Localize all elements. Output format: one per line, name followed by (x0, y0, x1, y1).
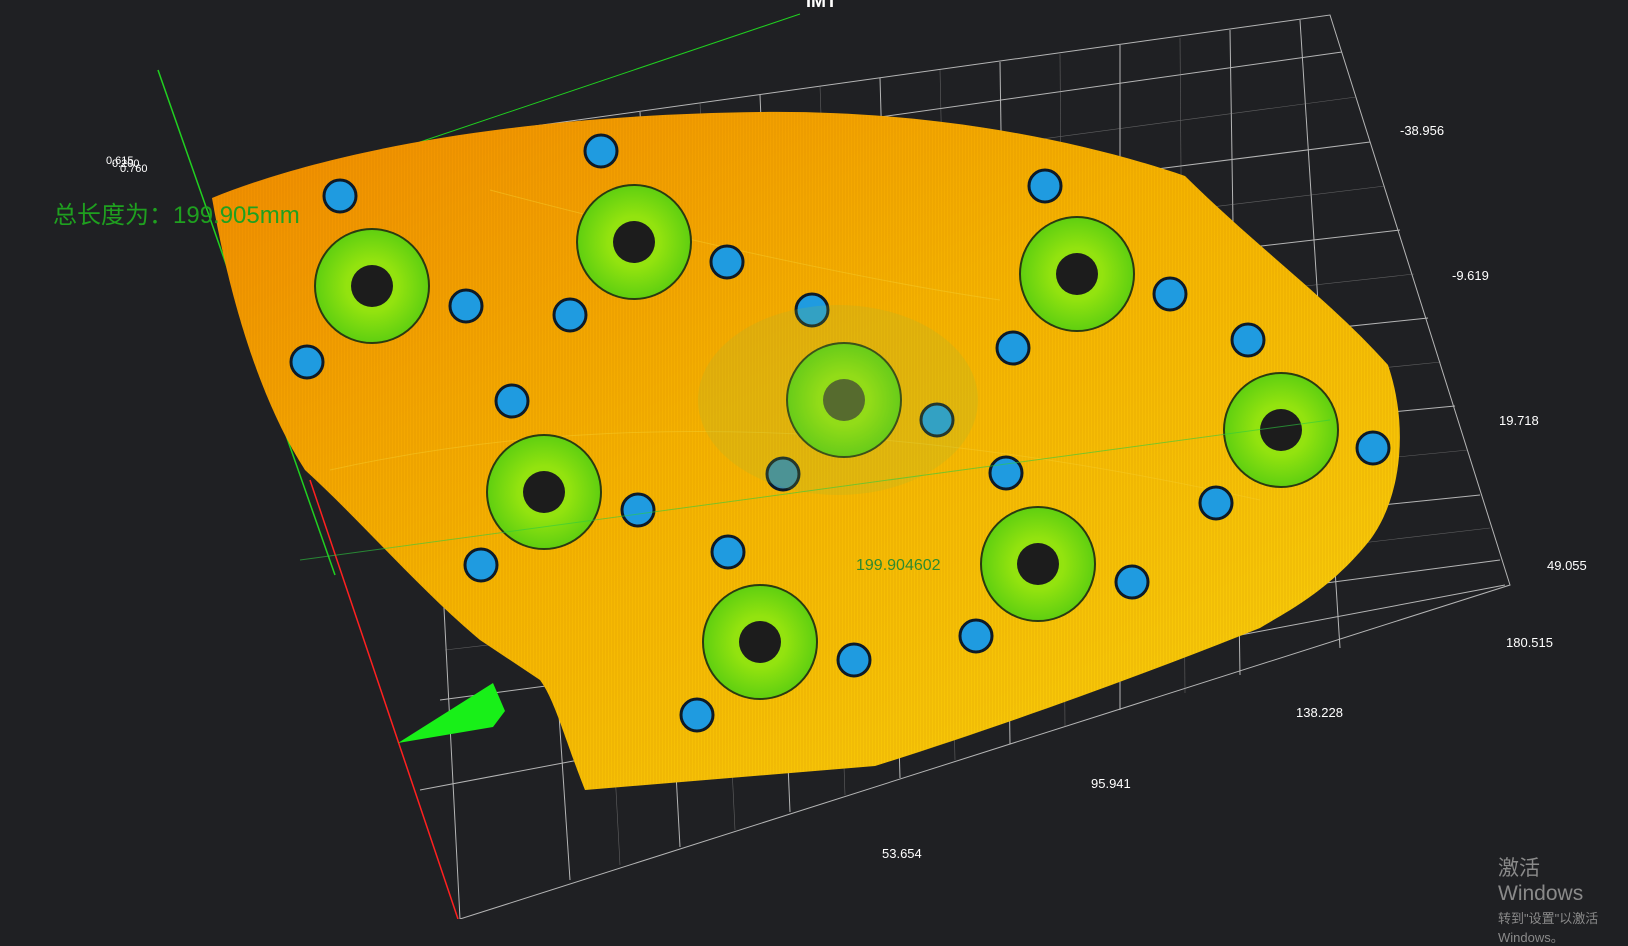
measurement-highlight (698, 305, 978, 495)
counterbore-3 (1019, 216, 1135, 332)
tick-label-bottom-3: 95.941 (1091, 776, 1131, 791)
counterbore-5 (1223, 372, 1339, 488)
tick-label-right-4: 49.055 (1547, 558, 1587, 573)
tick-label-bottom-1: 180.515 (1506, 635, 1553, 650)
tick-label-right-2: -9.619 (1452, 268, 1489, 283)
watermark-title: 激活 Windows (1498, 857, 1584, 905)
counterbore-2 (576, 184, 692, 300)
axis-origin-labels: 0.615 0.200 0.760 (106, 155, 176, 185)
axis-arrow-icon (398, 683, 505, 743)
watermark-subtitle: 转到"设置"以激活 Windows。 (1498, 911, 1599, 945)
total-length-label: 总长度为：199.905mm (53, 202, 300, 229)
counterbore-7 (980, 506, 1096, 622)
viewer-title: IMT (806, 0, 837, 11)
point-cloud-viewport[interactable]: IMT 总长度为：199.905mm 199.904602 0.615 0.20… (0, 0, 1628, 945)
windows-activation-watermark: 激活 Windows 转到"设置"以激活 Windows。 (1498, 852, 1628, 946)
tick-label-bottom-4: 53.654 (882, 846, 922, 861)
tick-label-right-3: 19.718 (1499, 413, 1539, 428)
tick-label-bottom-2: 138.228 (1296, 705, 1343, 720)
measurement-value-label: 199.904602 (856, 557, 941, 574)
tick-label-right-1: -38.956 (1400, 123, 1445, 138)
counterbore-8 (702, 584, 818, 700)
origin-label-3: 0.760 (120, 163, 148, 175)
counterbore-1 (314, 228, 430, 344)
3d-scene[interactable] (0, 0, 1628, 920)
